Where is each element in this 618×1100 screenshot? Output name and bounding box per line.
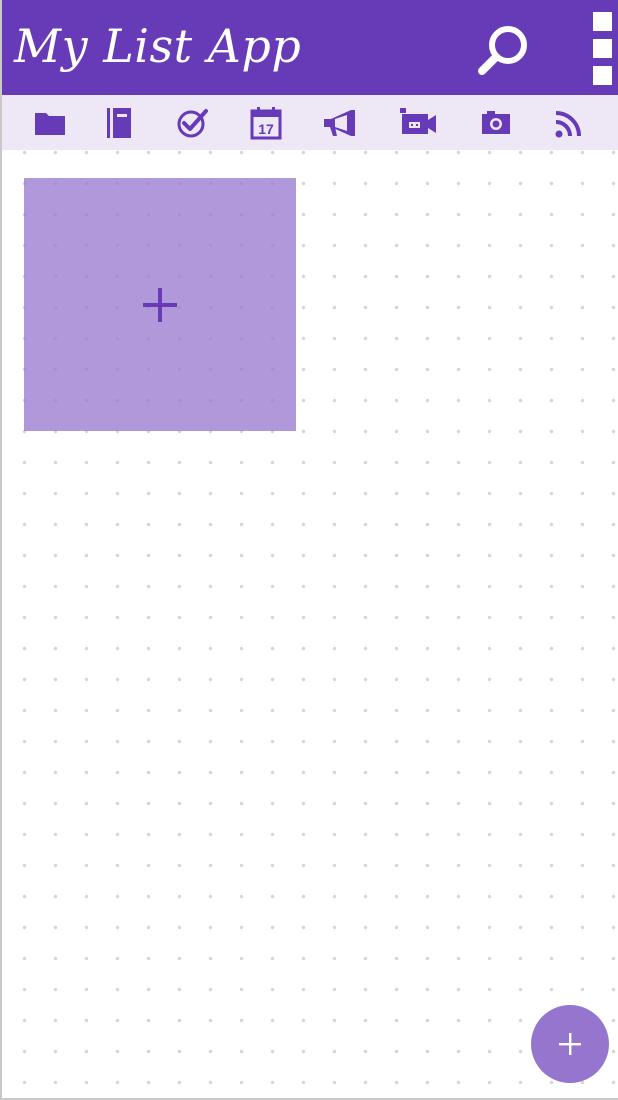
toolbar-video-button[interactable] bbox=[399, 104, 437, 142]
folder-icon bbox=[35, 113, 65, 135]
more-vert-icon bbox=[593, 12, 612, 85]
dotted-canvas[interactable] bbox=[2, 150, 618, 1098]
overflow-menu-button[interactable] bbox=[586, 10, 616, 88]
rss-icon bbox=[555, 111, 581, 138]
add-fab-button[interactable] bbox=[531, 1005, 609, 1083]
toolbar-notebook-button[interactable] bbox=[100, 104, 138, 142]
plus-icon bbox=[143, 288, 177, 322]
toolbar-camera-button[interactable] bbox=[477, 104, 515, 142]
app-title: My List App bbox=[14, 19, 302, 73]
check-circle-icon bbox=[177, 109, 208, 138]
notebook-icon bbox=[107, 108, 131, 138]
calendar-day-label: 17 bbox=[258, 121, 274, 137]
category-toolbar: 17 bbox=[2, 95, 618, 150]
toolbar-calendar-button[interactable]: 17 bbox=[247, 104, 285, 142]
plus-icon bbox=[559, 1033, 581, 1055]
camera-icon bbox=[482, 111, 510, 134]
toolbar-folder-button[interactable] bbox=[31, 104, 69, 142]
add-list-tile[interactable] bbox=[24, 178, 296, 431]
calendar-icon: 17 bbox=[250, 107, 282, 140]
toolbar-megaphone-button[interactable] bbox=[321, 104, 359, 142]
search-button[interactable] bbox=[474, 20, 534, 80]
video-camera-icon bbox=[400, 108, 436, 134]
toolbar-rss-button[interactable] bbox=[551, 104, 589, 142]
megaphone-icon bbox=[324, 110, 355, 136]
app-bar: My List App bbox=[2, 0, 618, 95]
toolbar-checklist-button[interactable] bbox=[173, 104, 211, 142]
search-icon bbox=[478, 26, 527, 75]
